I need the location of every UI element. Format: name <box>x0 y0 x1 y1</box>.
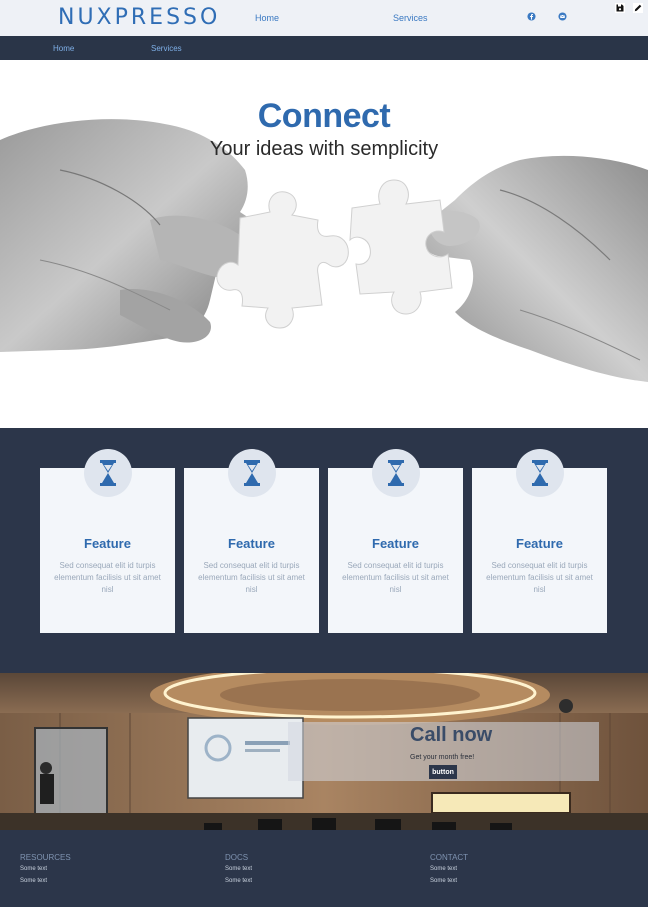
footer-heading: DOCS <box>225 853 249 862</box>
call-now-subtitle: Get your month free! <box>410 754 475 761</box>
hourglass-icon <box>516 449 564 497</box>
call-now-box: Call now Get your month free! button <box>288 722 599 781</box>
hero-subtitle: Your ideas with semplicity <box>209 138 439 160</box>
feature-card: Feature Sed consequat elit id turpis ele… <box>184 449 319 633</box>
call-now-button[interactable]: button <box>429 765 457 779</box>
nav-link-home[interactable]: Home <box>53 44 74 53</box>
footer-column-docs: DOCS Some text Some text <box>225 853 252 890</box>
header-link-home[interactable]: Home <box>255 13 279 23</box>
logo[interactable]: NUXPRESSO <box>58 5 220 30</box>
mail-icon[interactable] <box>557 11 567 21</box>
footer: RESOURCES Some text Some text DOCS Some … <box>0 830 648 907</box>
call-now-section: Call now Get your month free! button <box>0 673 648 830</box>
header-link-services[interactable]: Services <box>393 13 428 23</box>
footer-column-resources: RESOURCES Some text Some text <box>20 853 71 890</box>
top-header: NUXPRESSO Home Services <box>0 0 648 36</box>
feature-card: Feature Sed consequat elit id turpis ele… <box>40 449 175 633</box>
footer-link[interactable]: Some text <box>430 878 468 884</box>
feature-title: Feature <box>84 536 131 551</box>
save-icon[interactable] <box>615 3 625 13</box>
nav-link-services[interactable]: Services <box>151 44 182 53</box>
feature-text: Sed consequat elit id turpis elementum f… <box>198 561 305 594</box>
feature-title: Feature <box>372 536 419 551</box>
feature-text: Sed consequat elit id turpis elementum f… <box>486 561 593 594</box>
footer-link[interactable]: Some text <box>225 866 252 872</box>
feature-text: Sed consequat elit id turpis elementum f… <box>342 561 449 594</box>
hero-title: Connect <box>257 97 391 135</box>
hero-section: Connect Your ideas with semplicity <box>0 60 648 428</box>
feature-title: Feature <box>228 536 275 551</box>
features-section: Feature Sed consequat elit id turpis ele… <box>0 428 648 673</box>
hourglass-icon <box>372 449 420 497</box>
feature-card: Feature Sed consequat elit id turpis ele… <box>328 449 463 633</box>
footer-heading: CONTACT <box>430 853 469 862</box>
footer-link[interactable]: Some text <box>225 878 252 884</box>
facebook-icon[interactable] <box>526 11 536 21</box>
footer-heading: RESOURCES <box>20 853 71 862</box>
hourglass-icon <box>228 449 276 497</box>
footer-link[interactable]: Some text <box>20 878 71 884</box>
feature-title: Feature <box>516 536 563 551</box>
footer-link[interactable]: Some text <box>430 866 468 872</box>
secondary-nav: Home Services <box>0 36 648 60</box>
edit-icon[interactable] <box>633 3 643 13</box>
footer-link[interactable]: Some text <box>20 866 71 872</box>
feature-card: Feature Sed consequat elit id turpis ele… <box>472 449 607 633</box>
footer-column-contact: CONTACT Some text Some text <box>430 853 468 890</box>
hourglass-icon <box>84 449 132 497</box>
feature-text: Sed consequat elit id turpis elementum f… <box>54 561 161 594</box>
call-now-title: Call now <box>410 724 493 746</box>
